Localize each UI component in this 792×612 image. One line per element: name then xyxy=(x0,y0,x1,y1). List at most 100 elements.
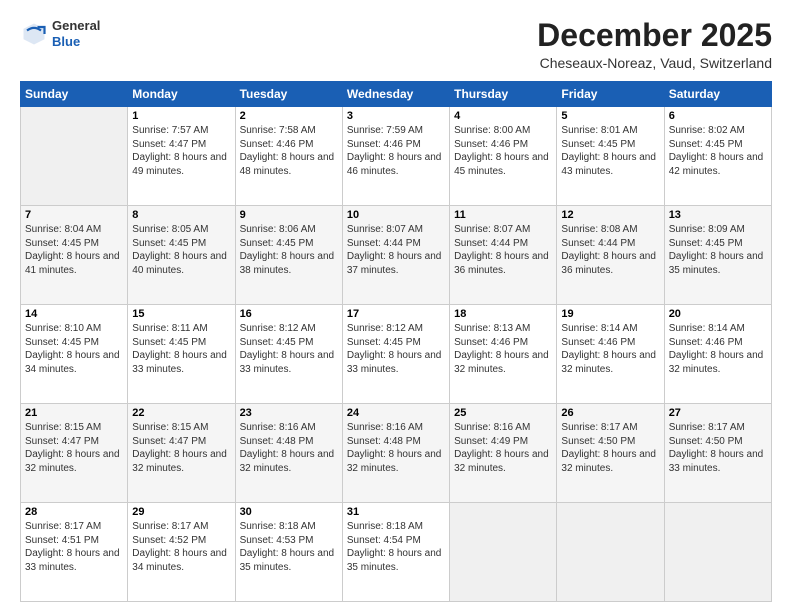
day-number: 1 xyxy=(132,110,230,122)
cell-content: Sunrise: 8:10 AMSunset: 4:45 PMDaylight:… xyxy=(25,322,123,376)
day-number: 20 xyxy=(669,308,767,320)
calendar-cell: 5Sunrise: 8:01 AMSunset: 4:45 PMDaylight… xyxy=(557,107,664,206)
calendar-cell: 19 Sunrise: 8:14 AMSunset: 4:46 PMDayligh… xyxy=(557,305,664,404)
calendar-cell: 15 Sunrise: 8:11 AMSunset: 4:45 PMDayligh… xyxy=(128,305,235,404)
cell-content: Sunrise: 7:57 AMSunset: 4:47 PMDaylight:… xyxy=(132,124,230,178)
cell-content: Sunrise: 8:02 AMSunset: 4:45 PMDaylight:… xyxy=(669,124,767,178)
cell-content: Sunrise: 8:17 AMSunset: 4:51 PMDaylight:… xyxy=(25,520,123,574)
calendar-cell: 13 Sunrise: 8:09 AMSunset: 4:45 PMDayligh… xyxy=(664,206,771,305)
day-number: 6 xyxy=(669,110,767,122)
cell-content: Sunrise: 8:01 AMSunset: 4:45 PMDaylight:… xyxy=(561,124,659,178)
cell-content: Sunrise: 8:13 AMSunset: 4:46 PMDaylight:… xyxy=(454,322,552,376)
cell-content: Sunrise: 8:16 AMSunset: 4:49 PMDaylight:… xyxy=(454,421,552,475)
calendar-cell: 8 Sunrise: 8:05 AMSunset: 4:45 PMDaylight… xyxy=(128,206,235,305)
day-number: 11 xyxy=(454,209,552,221)
day-number: 12 xyxy=(561,209,659,221)
day-number: 31 xyxy=(347,506,445,518)
logo-icon xyxy=(20,20,48,48)
calendar-cell: 27 Sunrise: 8:17 AMSunset: 4:50 PMDayligh… xyxy=(664,404,771,503)
cell-content: Sunrise: 8:05 AMSunset: 4:45 PMDaylight:… xyxy=(132,223,230,277)
calendar-cell: 26Sunrise: 8:17 AMSunset: 4:50 PMDayligh… xyxy=(557,404,664,503)
day-number: 26 xyxy=(561,407,659,419)
calendar-cell: 2 Sunrise: 7:58 AMSunset: 4:46 PMDaylight… xyxy=(235,107,342,206)
calendar-header-saturday: Saturday xyxy=(664,82,771,107)
day-number: 10 xyxy=(347,209,445,221)
calendar-header-monday: Monday xyxy=(128,82,235,107)
day-number: 3 xyxy=(347,110,445,122)
cell-content: Sunrise: 8:11 AMSunset: 4:45 PMDaylight:… xyxy=(132,322,230,376)
day-number: 21 xyxy=(25,407,123,419)
calendar-header-row: SundayMondayTuesdayWednesdayThursdayFrid… xyxy=(21,82,772,107)
calendar-cell: 20 Sunrise: 8:14 AMSunset: 4:46 PMDayligh… xyxy=(664,305,771,404)
calendar-cell: 31 Sunrise: 8:18 AMSunset: 4:54 PMDayligh… xyxy=(342,503,449,602)
day-number: 8 xyxy=(132,209,230,221)
calendar-table: SundayMondayTuesdayWednesdayThursdayFrid… xyxy=(20,81,772,602)
day-number: 23 xyxy=(240,407,338,419)
calendar-cell: 28Sunrise: 8:17 AMSunset: 4:51 PMDayligh… xyxy=(21,503,128,602)
calendar-cell xyxy=(450,503,557,602)
day-number: 9 xyxy=(240,209,338,221)
day-number: 25 xyxy=(454,407,552,419)
calendar-cell xyxy=(21,107,128,206)
calendar-cell xyxy=(557,503,664,602)
calendar-week-1: 1 Sunrise: 7:57 AMSunset: 4:47 PMDaylight… xyxy=(21,107,772,206)
logo: General Blue xyxy=(20,18,100,49)
calendar-header-friday: Friday xyxy=(557,82,664,107)
calendar-cell: 17 Sunrise: 8:12 AMSunset: 4:45 PMDayligh… xyxy=(342,305,449,404)
cell-content: Sunrise: 8:00 AMSunset: 4:46 PMDaylight:… xyxy=(454,124,552,178)
calendar-header-wednesday: Wednesday xyxy=(342,82,449,107)
calendar-week-3: 14 Sunrise: 8:10 AMSunset: 4:45 PMDayligh… xyxy=(21,305,772,404)
day-number: 16 xyxy=(240,308,338,320)
calendar-header-sunday: Sunday xyxy=(21,82,128,107)
day-number: 2 xyxy=(240,110,338,122)
calendar-cell: 10Sunrise: 8:07 AMSunset: 4:44 PMDayligh… xyxy=(342,206,449,305)
location: Cheseaux-Noreaz, Vaud, Switzerland xyxy=(537,55,772,71)
cell-content: Sunrise: 8:18 AMSunset: 4:53 PMDaylight:… xyxy=(240,520,338,574)
day-number: 18 xyxy=(454,308,552,320)
day-number: 19 xyxy=(561,308,659,320)
calendar-cell: 23 Sunrise: 8:16 AMSunset: 4:48 PMDayligh… xyxy=(235,404,342,503)
calendar-week-5: 28Sunrise: 8:17 AMSunset: 4:51 PMDayligh… xyxy=(21,503,772,602)
calendar-cell: 7Sunrise: 8:04 AMSunset: 4:45 PMDaylight… xyxy=(21,206,128,305)
day-number: 14 xyxy=(25,308,123,320)
calendar-week-2: 7Sunrise: 8:04 AMSunset: 4:45 PMDaylight… xyxy=(21,206,772,305)
cell-content: Sunrise: 8:07 AMSunset: 4:44 PMDaylight:… xyxy=(454,223,552,277)
calendar-cell: 16 Sunrise: 8:12 AMSunset: 4:45 PMDayligh… xyxy=(235,305,342,404)
cell-content: Sunrise: 8:14 AMSunset: 4:46 PMDaylight:… xyxy=(561,322,659,376)
calendar-cell: 9Sunrise: 8:06 AMSunset: 4:45 PMDaylight… xyxy=(235,206,342,305)
page: General Blue December 2025 Cheseaux-Nore… xyxy=(0,0,792,612)
day-number: 7 xyxy=(25,209,123,221)
day-number: 29 xyxy=(132,506,230,518)
day-number: 4 xyxy=(454,110,552,122)
calendar-cell: 3Sunrise: 7:59 AMSunset: 4:46 PMDaylight… xyxy=(342,107,449,206)
calendar-cell: 4 Sunrise: 8:00 AMSunset: 4:46 PMDaylight… xyxy=(450,107,557,206)
month-title: December 2025 xyxy=(537,18,772,53)
day-number: 27 xyxy=(669,407,767,419)
calendar-cell: 6 Sunrise: 8:02 AMSunset: 4:45 PMDaylight… xyxy=(664,107,771,206)
logo-text: General Blue xyxy=(52,18,100,49)
cell-content: Sunrise: 8:08 AMSunset: 4:44 PMDaylight:… xyxy=(561,223,659,277)
cell-content: Sunrise: 7:58 AMSunset: 4:46 PMDaylight:… xyxy=(240,124,338,178)
cell-content: Sunrise: 8:12 AMSunset: 4:45 PMDaylight:… xyxy=(347,322,445,376)
calendar-cell: 21 Sunrise: 8:15 AMSunset: 4:47 PMDayligh… xyxy=(21,404,128,503)
title-block: December 2025 Cheseaux-Noreaz, Vaud, Swi… xyxy=(537,18,772,71)
cell-content: Sunrise: 8:17 AMSunset: 4:50 PMDaylight:… xyxy=(669,421,767,475)
cell-content: Sunrise: 8:09 AMSunset: 4:45 PMDaylight:… xyxy=(669,223,767,277)
calendar-header-tuesday: Tuesday xyxy=(235,82,342,107)
cell-content: Sunrise: 8:18 AMSunset: 4:54 PMDaylight:… xyxy=(347,520,445,574)
cell-content: Sunrise: 8:14 AMSunset: 4:46 PMDaylight:… xyxy=(669,322,767,376)
cell-content: Sunrise: 8:17 AMSunset: 4:52 PMDaylight:… xyxy=(132,520,230,574)
cell-content: Sunrise: 8:16 AMSunset: 4:48 PMDaylight:… xyxy=(347,421,445,475)
cell-content: Sunrise: 8:15 AMSunset: 4:47 PMDaylight:… xyxy=(25,421,123,475)
calendar-cell: 30 Sunrise: 8:18 AMSunset: 4:53 PMDayligh… xyxy=(235,503,342,602)
cell-content: Sunrise: 8:12 AMSunset: 4:45 PMDaylight:… xyxy=(240,322,338,376)
cell-content: Sunrise: 8:16 AMSunset: 4:48 PMDaylight:… xyxy=(240,421,338,475)
day-number: 13 xyxy=(669,209,767,221)
day-number: 17 xyxy=(347,308,445,320)
calendar-cell: 18 Sunrise: 8:13 AMSunset: 4:46 PMDayligh… xyxy=(450,305,557,404)
calendar-cell: 12 Sunrise: 8:08 AMSunset: 4:44 PMDayligh… xyxy=(557,206,664,305)
day-number: 30 xyxy=(240,506,338,518)
calendar-cell: 29 Sunrise: 8:17 AMSunset: 4:52 PMDayligh… xyxy=(128,503,235,602)
day-number: 15 xyxy=(132,308,230,320)
header: General Blue December 2025 Cheseaux-Nore… xyxy=(20,18,772,71)
